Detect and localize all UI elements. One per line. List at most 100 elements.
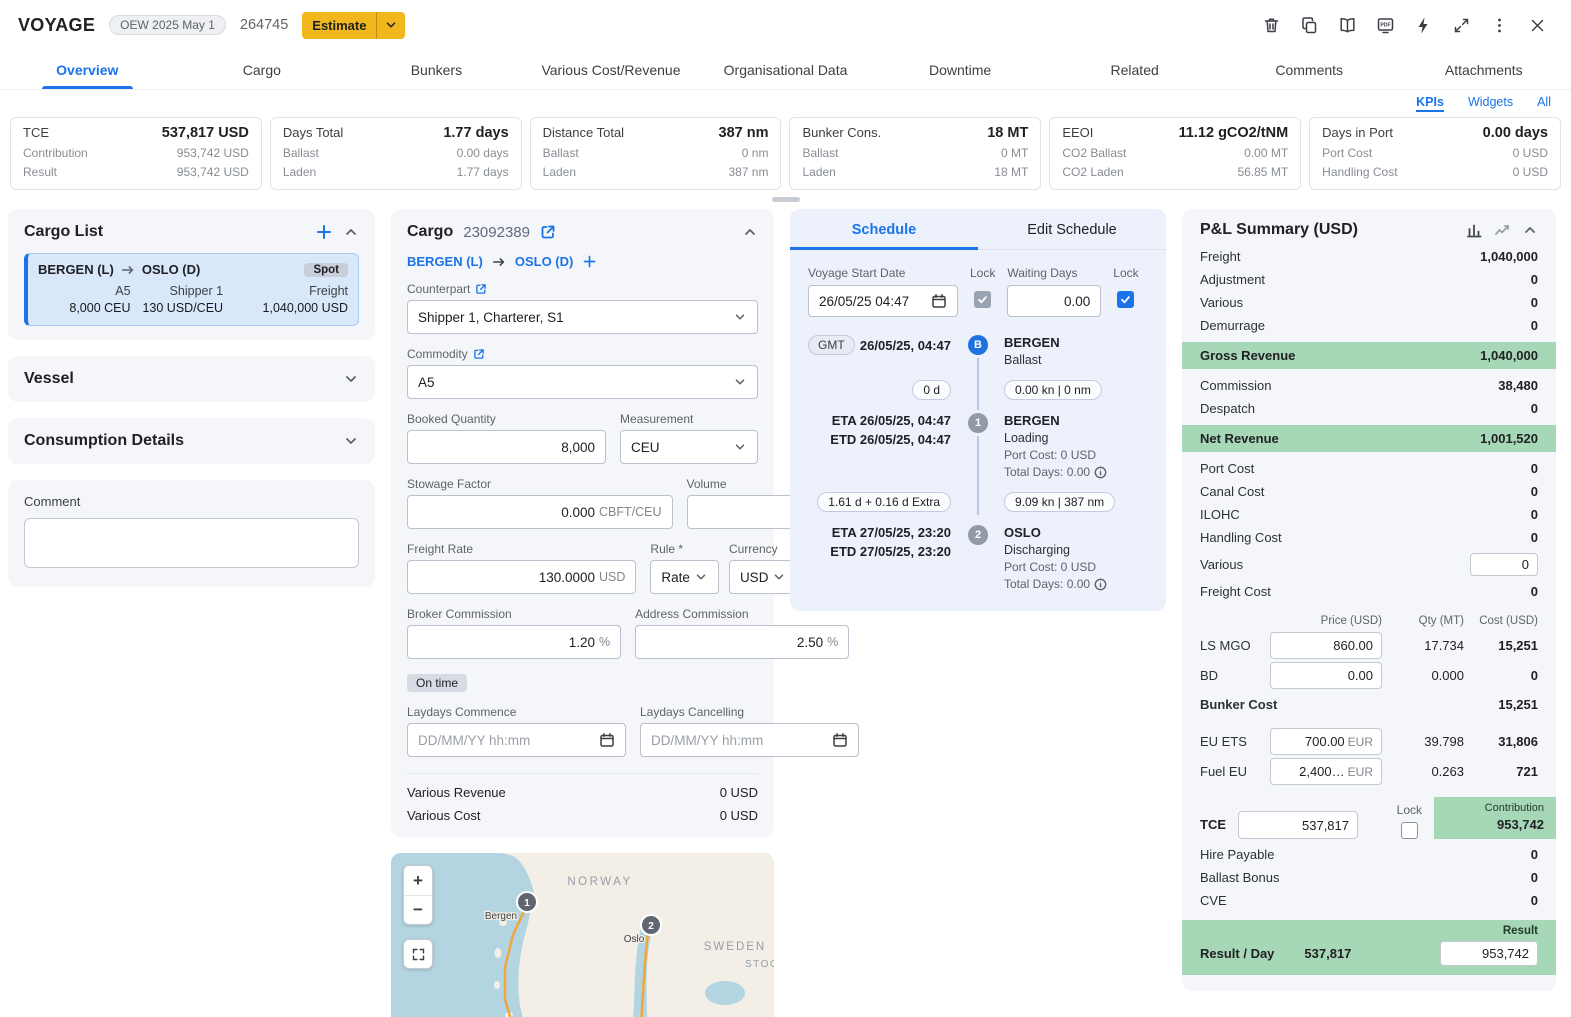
panel-resize-handle[interactable] xyxy=(772,197,800,202)
kpi-link-all[interactable]: All xyxy=(1537,95,1551,112)
result-field[interactable] xyxy=(1440,941,1538,966)
route-map[interactable]: NORWAY SWEDEN STOC North Bergen Oslo 1 2 xyxy=(391,853,774,1017)
origin-marker[interactable]: B xyxy=(968,335,988,355)
laydays-commence-input[interactable] xyxy=(418,733,595,748)
kebab-icon xyxy=(1490,16,1509,35)
zoom-out-button[interactable]: − xyxy=(404,895,432,924)
info-icon[interactable] xyxy=(1094,466,1107,479)
add-cargo-button[interactable] xyxy=(315,223,333,241)
line-chart-icon[interactable] xyxy=(1494,222,1510,238)
comment-textarea[interactable] xyxy=(24,518,359,568)
map-marker-oslo[interactable]: 2 xyxy=(641,915,661,935)
tab-downtime[interactable]: Downtime xyxy=(873,50,1048,89)
pdf-button[interactable]: PDF xyxy=(1369,9,1401,41)
kpi-sub-value: 0 MT xyxy=(1001,144,1028,163)
report-button[interactable] xyxy=(1331,9,1363,41)
tce-lock-checkbox[interactable] xyxy=(1401,822,1418,839)
measurement-select[interactable]: CEU xyxy=(620,430,758,464)
euets-price-field[interactable]: EUR xyxy=(1270,728,1382,755)
expand-button[interactable] xyxy=(1445,9,1477,41)
expand-vessel-icon[interactable] xyxy=(343,371,359,387)
lock-waiting-checkbox[interactable] xyxy=(1117,291,1134,308)
fueleu-price-input[interactable] xyxy=(1279,764,1345,779)
add-port-button[interactable] xyxy=(582,254,597,269)
measurement-label: Measurement xyxy=(620,412,693,426)
freight-rate-input[interactable] xyxy=(418,570,595,585)
tab-bunkers[interactable]: Bunkers xyxy=(349,50,524,89)
bar-chart-icon[interactable] xyxy=(1466,222,1482,238)
handling-cost-value: 0 xyxy=(1531,530,1538,545)
broker-commission-input[interactable] xyxy=(418,635,595,650)
rule-select[interactable]: Rate xyxy=(650,560,719,594)
tab-edit-schedule[interactable]: Edit Schedule xyxy=(978,209,1166,249)
fueleu-price-field[interactable]: EUR xyxy=(1270,758,1382,785)
actions-button[interactable] xyxy=(1407,9,1439,41)
laydays-commence-field[interactable] xyxy=(407,723,626,757)
map-fullscreen-button[interactable] xyxy=(403,939,433,969)
euets-price-input[interactable] xyxy=(1279,734,1345,749)
result-input[interactable] xyxy=(1449,946,1529,961)
estimate-caret[interactable] xyxy=(377,12,405,39)
counterpart-select[interactable]: Shipper 1, Charterer, S1 xyxy=(407,300,758,334)
tab-related[interactable]: Related xyxy=(1047,50,1222,89)
booked-quantity-field[interactable] xyxy=(407,430,606,464)
calendar-icon[interactable] xyxy=(599,732,615,748)
waiting-days-input[interactable] xyxy=(1018,294,1090,309)
cargo-id: 23092389 xyxy=(463,224,530,241)
tce-input[interactable] xyxy=(1247,818,1349,833)
fullscreen-icon xyxy=(411,947,426,962)
various-cost-input[interactable] xyxy=(1479,557,1529,572)
freight-rate-field[interactable]: USD xyxy=(407,560,636,594)
tab-various-cost-revenue[interactable]: Various Cost/Revenue xyxy=(524,50,699,89)
booked-quantity-input[interactable] xyxy=(418,440,595,455)
lsmgo-price-field[interactable] xyxy=(1270,632,1382,659)
tab-schedule[interactable]: Schedule xyxy=(790,209,978,249)
broker-commission-field[interactable]: % xyxy=(407,625,621,659)
calendar-icon[interactable] xyxy=(931,293,947,309)
route-discharge-link[interactable]: OSLO (D) xyxy=(515,254,574,269)
collapse-pnl-icon[interactable] xyxy=(1522,222,1538,238)
commodity-link-icon[interactable] xyxy=(473,348,485,360)
voyage-start-input[interactable] xyxy=(819,294,927,309)
voyage-start-field[interactable] xyxy=(808,285,958,317)
cargo-list-item[interactable]: BERGEN (L) OSLO (D) Spot A5 Shipper 1 Fr… xyxy=(24,253,359,326)
tab-cargo[interactable]: Cargo xyxy=(175,50,350,89)
delete-button[interactable] xyxy=(1255,9,1287,41)
lsmgo-price-input[interactable] xyxy=(1279,638,1373,653)
close-button[interactable] xyxy=(1521,9,1553,41)
tce-field[interactable] xyxy=(1238,811,1358,839)
kpi-value: 387 nm xyxy=(719,125,769,141)
zoom-in-button[interactable]: + xyxy=(404,866,432,895)
kpi-link-widgets[interactable]: Widgets xyxy=(1468,95,1513,112)
bd-price-input[interactable] xyxy=(1279,668,1373,683)
info-icon[interactable] xyxy=(1094,578,1107,591)
stowage-factor-input[interactable] xyxy=(418,505,595,520)
counterpart-link-icon[interactable] xyxy=(475,283,487,295)
tab-overview[interactable]: Overview xyxy=(0,50,175,89)
route-load-link[interactable]: BERGEN (L) xyxy=(407,254,483,269)
kpi-link-kpis[interactable]: KPIs xyxy=(1416,95,1444,112)
kpi-card-tce: TCE537,817 USD Contribution953,742 USD R… xyxy=(10,117,262,190)
currency-select[interactable]: USD xyxy=(729,560,798,594)
various-cost-field[interactable] xyxy=(1470,553,1538,576)
expand-consumption-icon[interactable] xyxy=(343,433,359,449)
collapse-cargo-list-icon[interactable] xyxy=(343,224,359,240)
commodity-select[interactable]: A5 xyxy=(407,365,758,399)
copy-button[interactable] xyxy=(1293,9,1325,41)
bd-price-field[interactable] xyxy=(1270,662,1382,689)
waiting-days-field[interactable] xyxy=(1007,285,1101,317)
stowage-factor-field[interactable]: CBFT/CEU xyxy=(407,495,673,529)
stop2-marker[interactable]: 2 xyxy=(968,525,988,545)
open-cargo-link-icon[interactable] xyxy=(540,224,556,240)
tab-comments[interactable]: Comments xyxy=(1222,50,1397,89)
lock-start-checkbox[interactable] xyxy=(974,291,991,308)
collapse-cargo-form-icon[interactable] xyxy=(742,224,758,240)
more-button[interactable] xyxy=(1483,9,1515,41)
map-marker-bergen[interactable]: 1 xyxy=(517,892,537,912)
svg-text:2: 2 xyxy=(648,921,654,932)
estimate-dropdown[interactable]: Estimate xyxy=(302,12,405,39)
estimate-label[interactable]: Estimate xyxy=(302,12,376,39)
tab-attachments[interactable]: Attachments xyxy=(1397,50,1571,89)
stop1-marker[interactable]: 1 xyxy=(968,413,988,433)
tab-organisational-data[interactable]: Organisational Data xyxy=(698,50,873,89)
